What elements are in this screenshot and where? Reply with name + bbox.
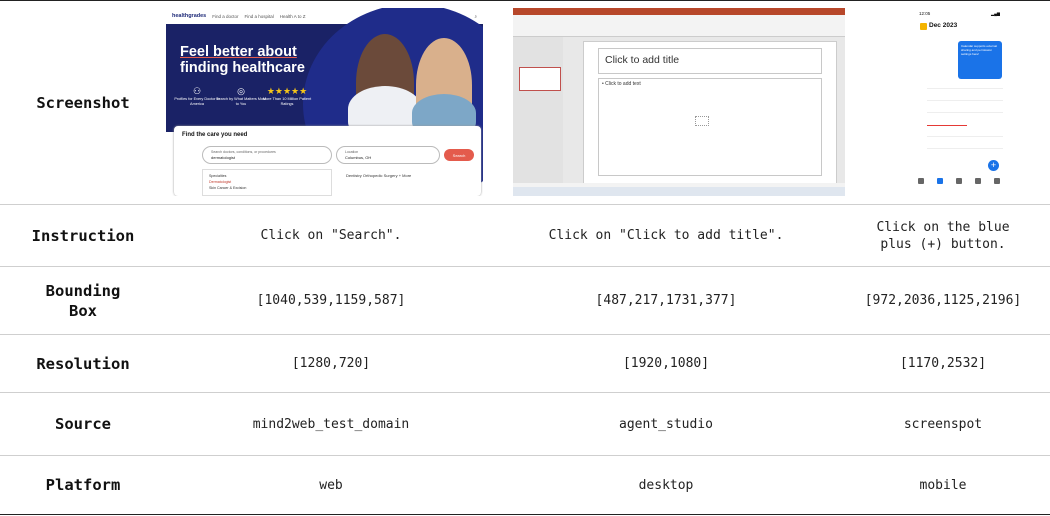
nav-find-hospital[interactable]: Find a hospital [245, 14, 274, 19]
instruction-mobile: Click on the blue plus (+) button. [876, 219, 1010, 252]
month-title: Dec 2023 [929, 22, 958, 29]
source-desktop: agent_studio [619, 416, 713, 432]
window-titlebar [513, 8, 845, 15]
source-header: Source [55, 415, 111, 433]
nav-contacts-icon[interactable] [974, 177, 981, 184]
healthgrades-screenshot: healthgrades Find a doctor Find a hospit… [166, 8, 483, 196]
screenshot-header: Screenshot [36, 93, 130, 112]
ribbon [513, 15, 845, 37]
search-person-icon: ◎ [237, 86, 245, 96]
status-time: 12:05 [919, 11, 931, 16]
instruction-desktop: Click on "Click to add title". [548, 228, 784, 243]
hour-line [927, 112, 1003, 113]
body-placeholder[interactable]: • Click to add text [598, 78, 822, 176]
card-title: Find the care you need [182, 132, 248, 138]
healthgrades-logo: healthgrades [172, 13, 207, 19]
dataset-examples-table: Screenshot healthgrades Find a doctor Fi… [0, 0, 1050, 516]
bounding-box-row: Bounding Box [1040,539,1159,587] [487,21… [0, 267, 1050, 335]
bottom-nav [911, 173, 1006, 188]
bounding-box-header: Bounding Box [45, 281, 121, 320]
platform-desktop: desktop [638, 477, 694, 493]
powerpoint-screenshot: Click to add title • Click to add text [513, 8, 845, 196]
nav-messages-icon[interactable] [917, 177, 924, 184]
hour-line [927, 88, 1003, 89]
dropdown-item-skin-cancer[interactable]: Skin Cancer & Excision [209, 185, 325, 191]
search-card: Find the care you need Search doctors, c… [174, 126, 481, 196]
platform-row: Platform web desktop mobile [0, 456, 1050, 515]
slide-thumbnail-pane [513, 37, 563, 187]
condition-search-input[interactable]: Search doctors, conditions, or procedure… [202, 146, 332, 164]
hour-line [927, 100, 1003, 101]
nav-find-doctor[interactable]: Find a doctor [212, 14, 238, 19]
location-input[interactable]: Location Columbus, OH [336, 146, 440, 164]
search-icon[interactable]: ⌕ [474, 14, 477, 19]
quick-links[interactable]: Dentistry Orthopedic Surgery + More [346, 173, 411, 178]
nav-health-a-to-z[interactable]: Health A to Z [280, 14, 306, 19]
slide-canvas: Click to add title • Click to add text [583, 41, 837, 184]
source-mobile: screenspot [903, 416, 983, 432]
current-time-indicator [927, 125, 967, 126]
stars-icon: ★★★★★ [266, 86, 308, 96]
content-insert-icon [695, 116, 709, 126]
autocomplete-dropdown: Specialties Dermatologist Skin Cancer & … [202, 169, 332, 196]
search-button[interactable]: Search [444, 149, 474, 161]
hero-banner: Feel better about finding healthcare ⚇ P… [166, 8, 483, 196]
bbox-mobile: [972,2036,1125,2196] [864, 293, 1022, 308]
taskbar [513, 187, 845, 196]
nav-more-icon[interactable] [993, 177, 1000, 184]
stat-profiles: ⚇ Profiles for Every Doctor in America [172, 86, 222, 107]
hour-line [927, 148, 1003, 149]
signal-icon: ▂▄▆ [991, 11, 1000, 16]
stat-search: ◎ Search by What Matters Most to You [216, 86, 267, 106]
resolution-mobile: [1170,2532] [899, 356, 987, 371]
source-row: Source mind2web_test_domain agent_studio… [0, 393, 1050, 456]
source-web: mind2web_test_domain [252, 416, 410, 432]
platform-web: web [319, 477, 343, 493]
add-event-button[interactable]: + [988, 160, 999, 171]
slide-thumbnail[interactable] [519, 67, 561, 91]
platform-header: Platform [45, 476, 121, 494]
calendar-icon [920, 23, 927, 30]
instruction-web: Click on "Search". [260, 228, 402, 243]
nav-calendar-icon[interactable] [936, 177, 943, 184]
sharing-tooltip: Calendar supports external sharing and p… [958, 41, 1002, 79]
platform-mobile: mobile [919, 477, 967, 493]
instruction-header: Instruction [31, 226, 135, 245]
instruction-row: Instruction Click on "Search". Click on … [0, 205, 1050, 267]
stat-ratings: ★★★★★ More Than 10 Million Patient Ratin… [262, 86, 312, 106]
resolution-desktop: [1920,1080] [622, 356, 710, 371]
bbox-web: [1040,539,1159,587] [256, 293, 406, 308]
nav-docs-icon[interactable] [955, 177, 962, 184]
title-placeholder[interactable]: Click to add title [598, 48, 822, 74]
resolution-web: [1280,720] [291, 356, 371, 371]
bbox-desktop: [487,217,1731,377] [595, 293, 737, 308]
resolution-row: Resolution [1280,720] [1920,1080] [1170,… [0, 335, 1050, 393]
hero-title: Feel better about finding healthcare [180, 44, 305, 76]
hour-line [927, 136, 1003, 137]
people-icon: ⚇ [192, 86, 202, 96]
calendar-screenshot: 12:05 ▂▄▆ Dec 2023 Calendar supports ext… [911, 8, 1006, 188]
resolution-header: Resolution [36, 354, 130, 373]
